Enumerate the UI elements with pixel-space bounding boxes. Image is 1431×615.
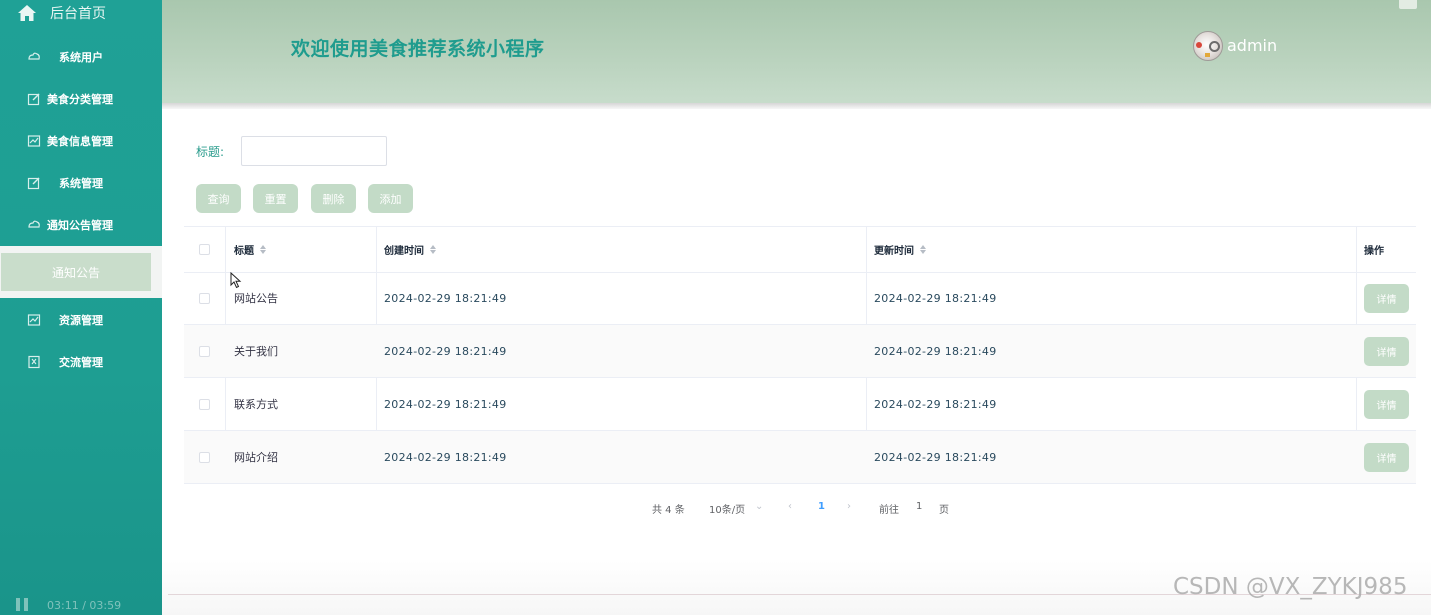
- delete-button[interactable]: 删除: [311, 184, 356, 213]
- row-created: 2024-02-29 18:21:49: [384, 344, 507, 358]
- notice-table: 标题 创建时间 更新时间 操作 网站公告 2024-02-29 18:21:49…: [184, 226, 1416, 484]
- column-header-created[interactable]: 创建时间: [384, 227, 436, 272]
- goto-suffix: 页: [939, 505, 949, 516]
- chat-icon[interactable]: [1399, 0, 1417, 9]
- add-button[interactable]: 添加: [368, 184, 413, 213]
- title-search-input[interactable]: [241, 136, 387, 166]
- row-checkbox[interactable]: [199, 292, 210, 304]
- total-count: 共 4 条: [652, 505, 685, 516]
- row-updated: 2024-02-29 18:21:49: [874, 291, 997, 305]
- row-created: 2024-02-29 18:21:49: [384, 291, 507, 305]
- sidebar-item-resources[interactable]: 资源管理: [0, 305, 162, 335]
- title-filter-label: 标题:: [196, 145, 225, 159]
- reset-button[interactable]: 重置: [253, 184, 298, 213]
- detail-button[interactable]: 详情: [1364, 389, 1409, 419]
- goto-label: 前往: [879, 505, 899, 516]
- row-created: 2024-02-29 18:21:49: [384, 450, 507, 464]
- row-title: 网站介绍: [234, 451, 278, 464]
- video-player-bar: 03:11 / 03:59: [0, 594, 162, 615]
- sidebar-subitem-notice[interactable]: 通知公告: [1, 253, 151, 291]
- sidebar-item-label: 美食信息管理: [47, 135, 113, 148]
- pagination: 共 4 条 10条/页 ⌄ ‹ 1 › 前往 1 页: [0, 499, 1431, 516]
- table-row: 关于我们 2024-02-29 18:21:49 2024-02-29 18:2…: [184, 325, 1416, 378]
- page-title: 欢迎使用美食推荐系统小程序: [291, 38, 545, 60]
- avatar[interactable]: [1193, 31, 1223, 61]
- select-all-checkbox[interactable]: [199, 244, 210, 255]
- detail-button[interactable]: 详情: [1364, 283, 1409, 313]
- sidebar-item-label: 交流管理: [59, 356, 103, 369]
- goto-page-input[interactable]: 1: [916, 501, 922, 512]
- mouse-cursor-icon: [230, 272, 242, 289]
- watermark: CSDN @VX_ZYKJ985: [1173, 574, 1408, 600]
- header-shadow: [162, 103, 1431, 109]
- row-created: 2024-02-29 18:21:49: [384, 397, 507, 411]
- sidebar-item-label: 资源管理: [59, 314, 103, 327]
- sidebar-home-label: 后台首页: [50, 6, 106, 22]
- sidebar-item-notice[interactable]: 通知公告管理: [0, 210, 162, 240]
- sidebar-item-food-info[interactable]: 美食信息管理: [0, 126, 162, 156]
- detail-button[interactable]: 详情: [1364, 336, 1409, 366]
- row-title: 关于我们: [234, 345, 278, 358]
- detail-button[interactable]: 详情: [1364, 442, 1409, 472]
- player-time: 03:11 / 03:59: [47, 599, 122, 612]
- row-checkbox[interactable]: [199, 345, 210, 357]
- pause-icon[interactable]: [16, 598, 30, 611]
- column-header-actions: 操作: [1364, 246, 1384, 257]
- chevron-down-icon[interactable]: ⌄: [755, 501, 763, 512]
- sidebar-item-label: 系统用户: [59, 51, 103, 64]
- row-updated: 2024-02-29 18:21:49: [874, 450, 997, 464]
- sidebar-item-food-category[interactable]: 美食分类管理: [0, 84, 162, 114]
- row-title: 联系方式: [234, 398, 278, 411]
- table-header: 标题 创建时间 更新时间 操作: [184, 227, 1416, 273]
- table-row: 网站公告 2024-02-29 18:21:49 2024-02-29 18:2…: [184, 272, 1416, 325]
- page-size-select[interactable]: 10条/页: [709, 501, 745, 516]
- sidebar-item-label: 美食分类管理: [47, 93, 113, 106]
- query-button[interactable]: 查询: [196, 184, 241, 213]
- row-updated: 2024-02-29 18:21:49: [874, 344, 997, 358]
- sort-icon[interactable]: [260, 245, 266, 254]
- column-header-title[interactable]: 标题: [234, 227, 266, 272]
- sort-icon[interactable]: [920, 245, 926, 254]
- page-number[interactable]: 1: [818, 501, 825, 512]
- sidebar-item-label: 通知公告管理: [47, 219, 113, 232]
- table-row: 联系方式 2024-02-29 18:21:49 2024-02-29 18:2…: [184, 378, 1416, 431]
- column-header-updated[interactable]: 更新时间: [874, 227, 926, 272]
- sidebar-item-label: 系统管理: [59, 177, 103, 190]
- username-label[interactable]: admin: [1227, 36, 1277, 55]
- prev-page-icon[interactable]: ‹: [788, 501, 792, 512]
- row-checkbox[interactable]: [199, 451, 210, 463]
- next-page-icon[interactable]: ›: [847, 501, 851, 512]
- sidebar-item-users[interactable]: 系统用户: [0, 42, 162, 72]
- row-updated: 2024-02-29 18:21:49: [874, 397, 997, 411]
- table-row: 网站介绍 2024-02-29 18:21:49 2024-02-29 18:2…: [184, 431, 1416, 484]
- sort-icon[interactable]: [430, 245, 436, 254]
- row-checkbox[interactable]: [199, 398, 210, 410]
- sidebar-item-system[interactable]: 系统管理: [0, 168, 162, 198]
- sidebar-home[interactable]: 后台首页: [0, 0, 162, 26]
- home-icon: [18, 5, 36, 21]
- sidebar-item-exchange[interactable]: 交流管理: [0, 347, 162, 377]
- sidebar: 后台首页 系统用户 美食分类管理 美食信息管理 系统管理 通知公告管理 通知公告…: [0, 0, 162, 615]
